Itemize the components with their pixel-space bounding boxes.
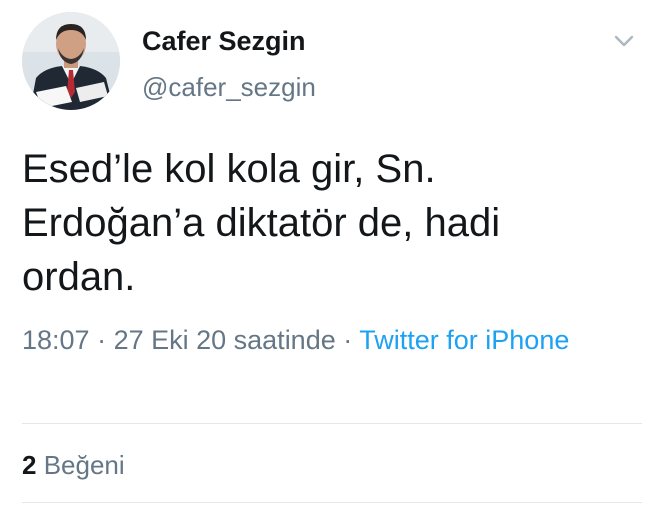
- chevron-down-icon[interactable]: [612, 32, 636, 50]
- avatar[interactable]: [22, 12, 120, 110]
- tweet-header: Cafer Sezgin @cafer_sezgin: [22, 12, 642, 112]
- likes-stat[interactable]: 2 Beğeni: [22, 450, 125, 481]
- likes-label: Beğeni: [43, 450, 125, 480]
- divider: [22, 423, 642, 424]
- tweet-meta: 18:07 · 27 Eki 20 saatinde · Twitter for…: [22, 318, 622, 363]
- user-display-name[interactable]: Cafer Sezgin: [142, 26, 306, 57]
- tweet-date: 27 Eki 20 saatinde: [113, 325, 336, 355]
- user-handle[interactable]: @cafer_sezgin: [142, 72, 316, 103]
- tweet-time: 18:07: [22, 325, 90, 355]
- tweet-source-link[interactable]: Twitter for iPhone: [359, 325, 569, 355]
- likes-count: 2: [22, 450, 37, 480]
- tweet: Cafer Sezgin @cafer_sezgin Esed’le kol k…: [0, 0, 664, 505]
- divider: [22, 502, 642, 503]
- meta-separator: ·: [335, 325, 360, 355]
- meta-separator: ·: [89, 325, 114, 355]
- tweet-text: Esed’le kol kola gir, Sn. Erdoğan’a dikt…: [22, 147, 501, 299]
